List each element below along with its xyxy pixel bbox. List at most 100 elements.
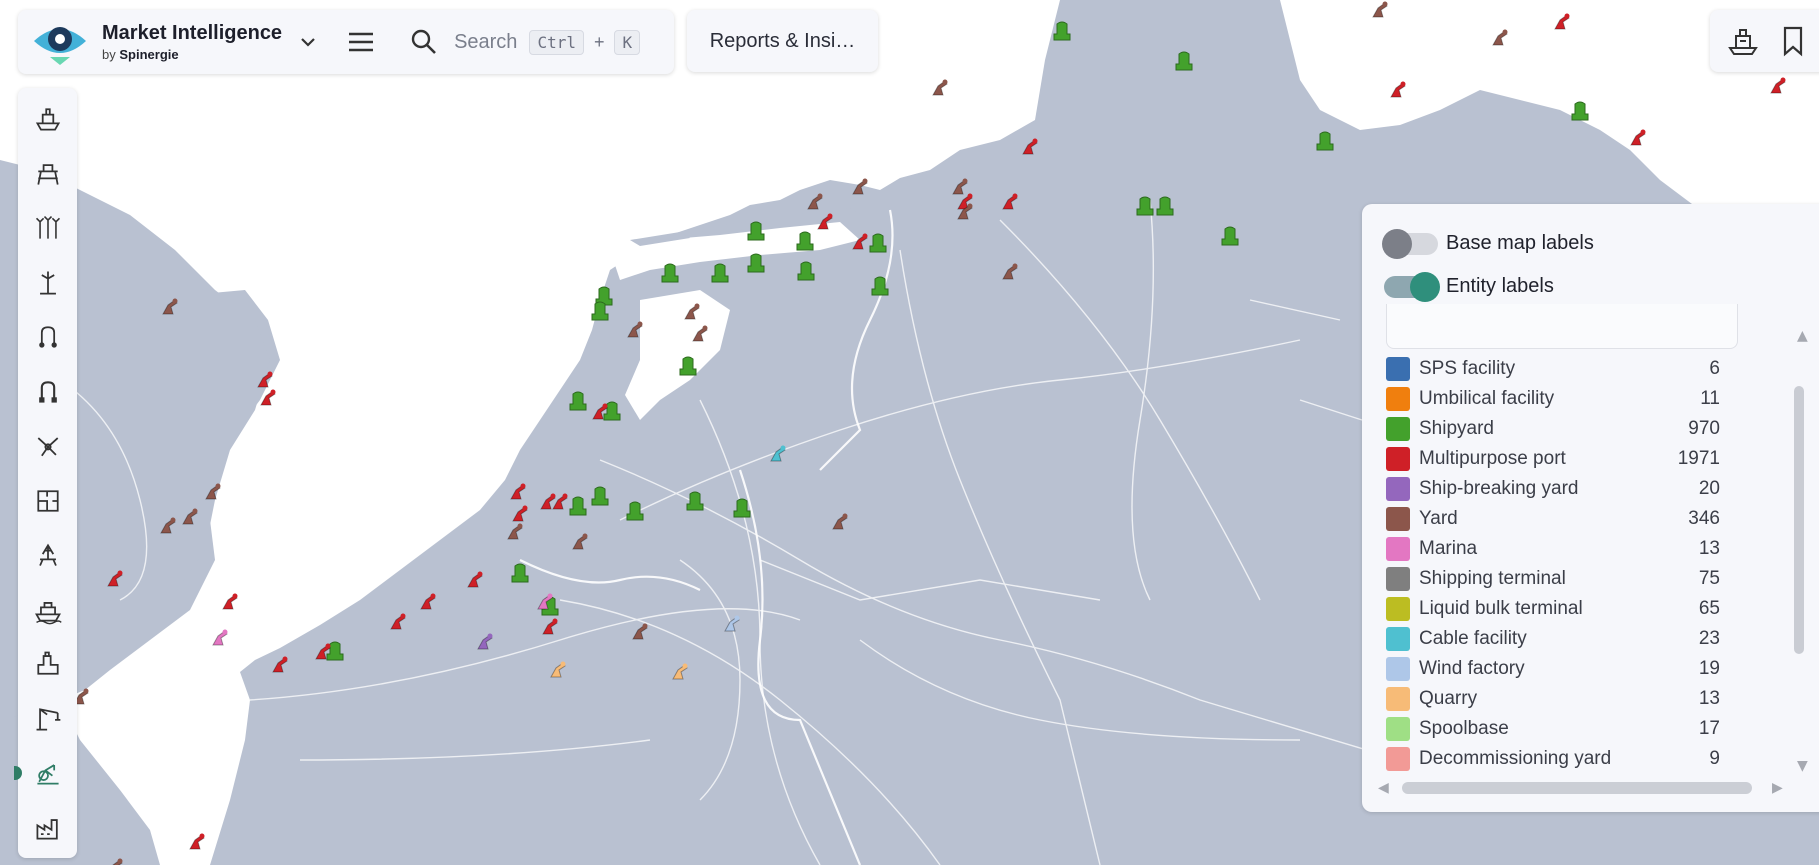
vessel-icon [35, 108, 61, 131]
toggle-knob [1410, 271, 1440, 302]
sidebar-item-offshore-rig[interactable] [31, 157, 65, 191]
toggle-track [1382, 228, 1438, 259]
sidebar-item-wind-turbine[interactable] [31, 266, 65, 300]
top-right-toolbar [1710, 10, 1819, 72]
legend-item[interactable]: Liquid bulk terminal 65 [1386, 594, 1736, 624]
legend-item[interactable]: SPS facility 6 [1386, 354, 1736, 384]
sidebar-item-pump[interactable] [31, 647, 65, 681]
legend-item[interactable]: Cable facility 23 [1386, 624, 1736, 654]
wind-turbine-icon [40, 271, 56, 294]
toggle-entity-labels[interactable]: Entity labels [1384, 271, 1554, 302]
legend-horizontal-scrollbar[interactable] [1402, 782, 1752, 794]
legend-swatch [1386, 657, 1410, 681]
legend-item-name: Spoolbase [1419, 718, 1509, 739]
legend-item[interactable]: Umbilical facility 11 [1386, 384, 1736, 414]
toggle-track [1384, 271, 1440, 302]
brand: Market Intelligence by Spinergie [102, 22, 282, 62]
fleet-icon[interactable] [1726, 24, 1760, 58]
legend-panel: Base map labels Entity labels SPS facili… [1362, 204, 1819, 812]
factory-icon [36, 818, 58, 839]
scroll-left-arrow[interactable]: ◀ [1378, 780, 1389, 796]
legend-item-count: 65 [1698, 598, 1720, 619]
legend-item[interactable]: Marina 13 [1386, 534, 1736, 564]
legend-item-count: 6 [1709, 358, 1720, 379]
legend-item-count: 19 [1698, 658, 1720, 679]
toggle-base-map-labels[interactable]: Base map labels [1382, 228, 1594, 259]
legend-item-name: Marina [1419, 538, 1478, 559]
legend-item-name: Yard [1419, 508, 1458, 529]
active-indicator [14, 766, 22, 780]
legend-item-name: Shipyard [1419, 418, 1494, 439]
legend-item-name: Quarry [1419, 688, 1478, 709]
pipeline-icon [39, 380, 57, 403]
shortcut-key-k: K [614, 29, 641, 55]
sidebar-item-vessel[interactable] [31, 102, 65, 136]
legend-filter-box[interactable] [1386, 304, 1738, 349]
legend-swatch [1386, 717, 1410, 741]
legend-item-count: 20 [1698, 478, 1720, 499]
legend-item-name: Shipping terminal [1419, 568, 1566, 589]
legend-item[interactable]: Spoolbase 17 [1386, 714, 1736, 744]
legend-item[interactable]: Shipping terminal 75 [1386, 564, 1736, 594]
legend-item[interactable]: Yard 346 [1386, 504, 1736, 534]
oil-platform-icon [39, 543, 57, 566]
chevron-down-icon[interactable] [298, 32, 318, 52]
legend-item-name: Liquid bulk terminal [1419, 598, 1583, 619]
sidebar-item-network[interactable] [31, 429, 65, 463]
toggle-label: Base map labels [1446, 232, 1594, 254]
legend-item-count: 9 [1709, 748, 1720, 769]
legend-item-count: 970 [1688, 418, 1720, 439]
sidebar-item-wind-farm[interactable] [31, 211, 65, 245]
legend-item-name: Decommissioning yard [1419, 748, 1612, 769]
scroll-down-arrow[interactable]: ▼ [1797, 758, 1808, 774]
legend-swatch [1386, 387, 1410, 411]
legend-item-count: 13 [1698, 538, 1720, 559]
scroll-right-arrow[interactable]: ▶ [1772, 780, 1783, 796]
legend-swatch [1386, 447, 1410, 471]
menu-icon[interactable] [346, 27, 376, 57]
legend-vertical-scrollbar[interactable] [1794, 386, 1804, 654]
wind-farm-icon [35, 215, 61, 239]
legend-item[interactable]: Quarry 13 [1386, 684, 1736, 714]
bookmark-icon[interactable] [1776, 24, 1810, 58]
sidebar-item-cable[interactable] [31, 320, 65, 354]
legend-item[interactable]: Decommissioning yard 9 [1386, 744, 1736, 774]
app-subtitle-brand: Spinergie [119, 47, 179, 62]
spinergie-logo-icon[interactable] [32, 17, 88, 67]
ship-icon [35, 601, 62, 624]
legend-item[interactable]: Shipyard 970 [1386, 414, 1736, 444]
crane-icon [36, 707, 61, 730]
sidebar-item-pipeline[interactable] [31, 375, 65, 409]
legend-swatch [1386, 417, 1410, 441]
sidebar-item-floorplan[interactable] [31, 484, 65, 518]
legend-item-name: Wind factory [1419, 658, 1525, 679]
legend-item-count: 11 [1700, 388, 1720, 409]
legend-item-count: 17 [1698, 718, 1720, 739]
layer-sidebar [14, 88, 77, 858]
legend-swatch [1386, 507, 1410, 531]
top-bar: Market Intelligence by Spinergie Search … [18, 10, 674, 74]
legend-item-count: 1971 [1677, 448, 1720, 469]
app-subtitle: by Spinergie [102, 47, 282, 62]
legend-item-name: Cable facility [1419, 628, 1527, 649]
sidebar-item-yard-crane[interactable] [31, 756, 65, 790]
legend-list: SPS facility 6 Umbilical facility 11 Shipyar… [1386, 354, 1736, 794]
legend-item[interactable]: Ship-breaking yard 20 [1386, 474, 1736, 504]
network-icon [37, 437, 59, 457]
shortcut-plus: + [593, 31, 605, 52]
sidebar-item-crane[interactable] [31, 702, 65, 736]
legend-item-name: Ship-breaking yard [1419, 478, 1579, 499]
legend-swatch [1386, 357, 1410, 381]
legend-swatch [1386, 477, 1410, 501]
search-input[interactable]: Search Ctrl + K [410, 28, 641, 56]
sidebar-item-ship[interactable] [31, 593, 65, 627]
toggle-label: Entity labels [1446, 275, 1554, 297]
legend-item[interactable]: Multipurpose port 1971 [1386, 444, 1736, 474]
legend-item-name: Umbilical facility [1419, 388, 1555, 409]
sidebar-item-factory[interactable] [31, 811, 65, 845]
legend-swatch [1386, 627, 1410, 651]
reports-insights-button[interactable]: Reports & Insi… [687, 10, 878, 72]
scroll-up-arrow[interactable]: ▲ [1797, 328, 1808, 344]
legend-item[interactable]: Wind factory 19 [1386, 654, 1736, 684]
sidebar-item-oil-platform[interactable] [31, 538, 65, 572]
